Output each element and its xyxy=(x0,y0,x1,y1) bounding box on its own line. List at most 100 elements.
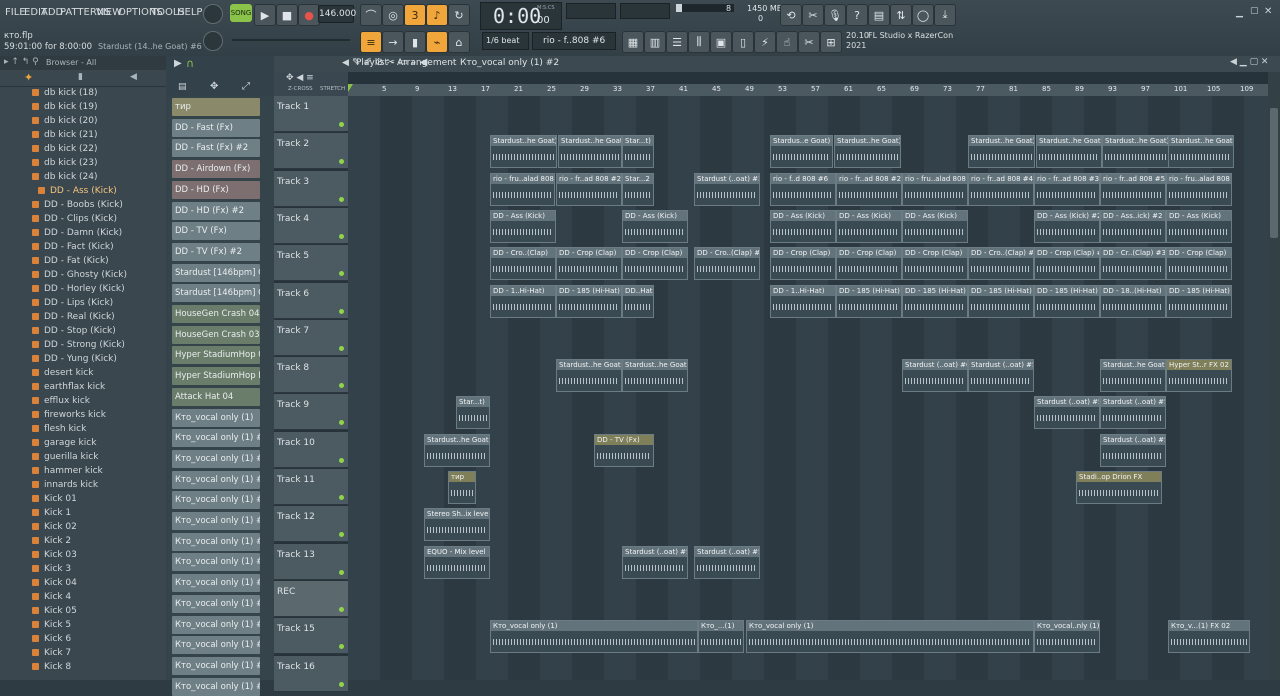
audio-clip[interactable]: Hyper St..r FX 02 xyxy=(1166,359,1232,393)
song-mode-toggle[interactable]: SONG xyxy=(230,4,252,22)
audio-clip[interactable]: DD - Crop (Clap) #3 xyxy=(1034,247,1100,281)
picker-item[interactable]: Кто_vocal only (1) #...✚ xyxy=(172,449,260,468)
picker-item[interactable]: Кто_vocal only (1) #8✚ xyxy=(172,553,260,572)
track-header[interactable]: Track 5 xyxy=(274,245,348,282)
pattern-select[interactable]: rio - f..808 #6 xyxy=(532,32,616,50)
minimize-icon[interactable]: ▁ xyxy=(1236,8,1243,18)
audio-clip[interactable]: Stardust..he Goat) xyxy=(558,135,622,169)
picker-item[interactable]: DD - Fast (Fx) #2✚ xyxy=(172,139,260,158)
picker-item[interactable]: Кто_vocal only (1)✚ xyxy=(172,408,260,427)
track-header[interactable]: Track 16 xyxy=(274,655,348,692)
playlist-arrow-icon[interactable]: ◀ xyxy=(342,58,349,68)
browser-item[interactable]: DD - Real (Kick) xyxy=(32,312,115,325)
track-header[interactable]: Track 8 xyxy=(274,357,348,394)
browser-item[interactable]: fireworks kick xyxy=(32,410,106,423)
picker-item[interactable]: HouseGen Crash 04✚ xyxy=(172,305,260,323)
track-mute-led[interactable] xyxy=(339,383,344,389)
browser-icon[interactable]: ▣ xyxy=(710,31,732,53)
picker-item[interactable]: DD - Fast (Fx)✚ xyxy=(172,118,260,137)
vertical-scrollbar[interactable] xyxy=(1268,72,1280,680)
playhead-marker[interactable] xyxy=(348,84,353,92)
master-volume-knob[interactable] xyxy=(203,4,223,24)
audio-clip[interactable]: Stardust..he Goat) xyxy=(1036,135,1102,169)
audio-clip[interactable]: Stadi..op Drion FX xyxy=(1076,471,1162,504)
picker-item[interactable]: Кто_vocal only (1) #9✚ xyxy=(172,532,260,551)
chat-icon[interactable]: ◯ xyxy=(912,4,934,26)
audio-clip[interactable]: DD - Ass (Kick) xyxy=(836,209,902,243)
track-mute-led[interactable] xyxy=(339,122,344,127)
picker-item[interactable]: Stardust [146bpm] C...✚ xyxy=(172,263,260,282)
audio-clip[interactable]: DD - Ass (Kick) xyxy=(622,209,688,243)
audio-clip[interactable]: Кто_vocal only (1) xyxy=(746,620,1034,654)
browser-item[interactable]: guerilla kick xyxy=(32,452,98,465)
playlist-nav-icons[interactable]: ✥ ◀ ≡ xyxy=(286,73,314,83)
audio-clip[interactable]: DD - TV (Fx) xyxy=(594,433,654,467)
picker-item[interactable]: Hyper StadiumHop 0...✚ xyxy=(172,346,260,365)
playlist-window-controls[interactable]: ◀ ▁ ▢ ✕ xyxy=(1230,57,1268,67)
browser-item[interactable]: Kick 6 xyxy=(32,634,71,647)
audio-clip[interactable]: DD - 18..(Hi-Hat) xyxy=(1100,284,1166,318)
audio-clip[interactable]: Stardust (..oat) #5 xyxy=(1100,433,1166,467)
picker-item[interactable]: Кто_vocal only (1) #...✚ xyxy=(172,491,260,510)
link-icon[interactable]: ⌁ xyxy=(426,31,448,53)
audio-clip[interactable]: DD - 185 (Hi-Hat) xyxy=(1166,284,1232,318)
audio-clip[interactable]: DD - 185 (Hi-Hat) xyxy=(1034,284,1100,318)
audio-clip[interactable]: DD - 185 (Hi-Hat) xyxy=(836,284,902,318)
audio-clip[interactable]: rio - fru..alad 808 xyxy=(490,172,555,206)
mic-icon[interactable]: 🎙 xyxy=(824,4,846,26)
browser-item[interactable]: efflux kick xyxy=(32,396,90,409)
mixer-icon[interactable]: ⇅ xyxy=(890,4,912,26)
browser-item[interactable]: Kick 5 xyxy=(32,620,71,633)
audio-clip[interactable]: Stardust (..oat) #5 xyxy=(968,359,1034,393)
record-button[interactable]: ● xyxy=(298,4,320,26)
news-title[interactable]: FL Studio x RazerCon xyxy=(868,31,953,40)
browser-item[interactable]: DD - Clips (Kick) xyxy=(32,214,117,227)
track-mute-led[interactable] xyxy=(339,457,344,463)
audio-clip[interactable]: rio - fr..ad 808 #4 xyxy=(968,172,1034,206)
audio-clip[interactable]: Stardust..he Goat) xyxy=(622,359,688,393)
resize-icon[interactable]: ⤢ xyxy=(242,81,250,92)
track-mute-led[interactable] xyxy=(339,532,344,538)
track-header[interactable]: Track 13 xyxy=(274,543,348,580)
wait-record-icon[interactable]: ◎ xyxy=(382,4,404,26)
browser-item[interactable]: db kick (23) xyxy=(32,158,98,171)
browser-item[interactable]: Kick 01 xyxy=(32,494,77,507)
audio-clip[interactable]: Кто_vocal..nly (1) #4 xyxy=(1034,620,1100,654)
playlist-icon[interactable]: ☰ xyxy=(666,31,688,53)
audio-clip[interactable]: Stardust (..oat) #5 xyxy=(1034,396,1100,430)
track-header[interactable]: Track 4 xyxy=(274,207,348,244)
pitch-slider[interactable] xyxy=(232,39,350,41)
browser-item[interactable]: DD - Fact (Kick) xyxy=(32,242,114,255)
browser-back-tab-icon[interactable]: ◀ xyxy=(130,72,137,82)
audio-clip[interactable]: Stardust..he Goat) xyxy=(1100,359,1166,393)
audio-clip[interactable]: Stardust (..oat) #5 xyxy=(1100,396,1166,430)
audio-clip[interactable]: Stardus..e Goat) xyxy=(770,135,833,169)
track-header[interactable]: Track 3 xyxy=(274,170,348,207)
audio-clip[interactable]: DD - 185 (Hi-Hat) xyxy=(968,284,1034,318)
audio-clip[interactable]: DD - 185 (Hi-Hat) xyxy=(556,284,622,318)
audio-clip[interactable]: DD - 1..Hi-Hat) xyxy=(770,284,836,318)
audio-clip[interactable]: DD - 185 (Hi-Hat) xyxy=(902,284,968,318)
browser-item[interactable]: DD - Lips (Kick) xyxy=(32,298,113,311)
download-icon[interactable]: ⤓ xyxy=(934,4,956,26)
audio-clip[interactable]: Star...t) xyxy=(456,396,490,430)
picker-item[interactable]: HouseGen Crash 03✚ xyxy=(172,325,260,344)
plugin-icon[interactable]: ⚡ xyxy=(754,31,776,53)
audio-clip[interactable]: rio - fru..alad 808 xyxy=(902,172,968,206)
browser-item[interactable]: DD - Horley (Kick) xyxy=(32,284,125,297)
browser-item[interactable]: Kick 05 xyxy=(32,606,77,619)
browser-item[interactable]: db kick (22) xyxy=(32,144,98,157)
picker-item[interactable]: Кто_vocal only (1) #6✚ xyxy=(172,594,260,613)
audio-clip[interactable]: DD - Ass (Kick) #2 xyxy=(1034,209,1100,243)
browser-item[interactable]: Kick 03 xyxy=(32,550,77,563)
track-mute-led[interactable] xyxy=(339,308,344,314)
track-mute-led[interactable] xyxy=(339,233,344,239)
audio-clip[interactable]: Star...2 xyxy=(622,172,654,206)
browser-item[interactable]: DD - Yung (Kick) xyxy=(32,354,117,367)
picker-item[interactable]: Attack Hat 04✚ xyxy=(172,387,260,406)
audio-clip[interactable]: DD - 1..Hi-Hat) xyxy=(490,284,556,318)
browser-item[interactable]: db kick (21) xyxy=(32,130,98,143)
browser-item[interactable]: hammer kick xyxy=(32,466,103,479)
track-header[interactable]: Track 7 xyxy=(274,319,348,356)
browser-item[interactable]: DD - Fat (Kick) xyxy=(32,256,109,269)
